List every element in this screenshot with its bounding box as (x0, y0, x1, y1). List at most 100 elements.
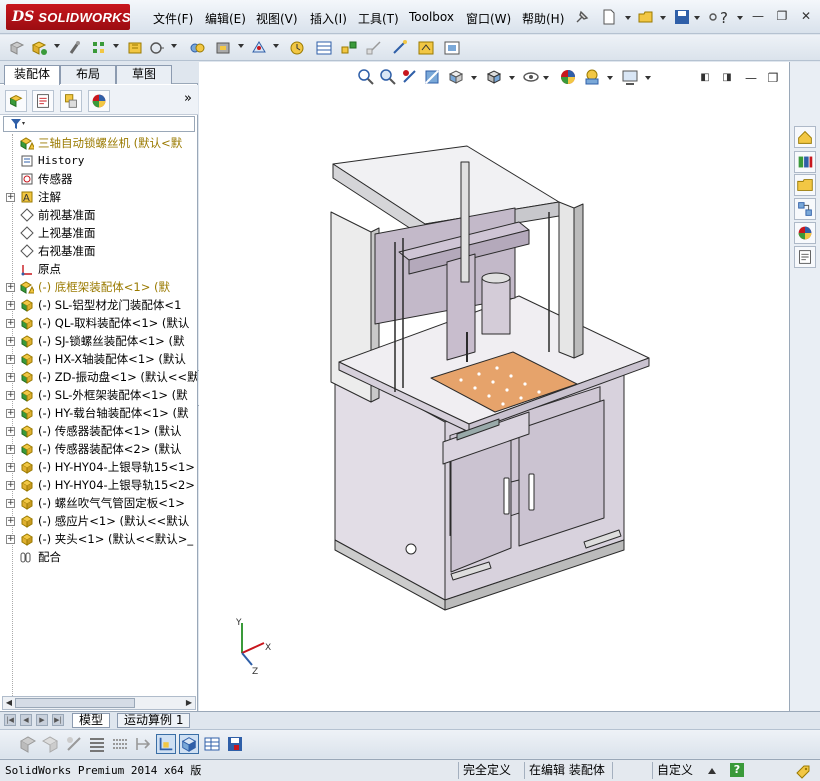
tab-sketch[interactable]: 草图 (116, 65, 172, 84)
scroll-left-arrow-icon[interactable]: ◀ (3, 697, 15, 709)
hide-show-items-icon[interactable] (522, 68, 540, 86)
show-hidden-components-icon[interactable] (188, 39, 206, 57)
tree-expand-icon[interactable]: + (6, 355, 15, 364)
tree-item[interactable]: + (-) 螺丝吹气气管固定板<1> (0, 494, 198, 512)
custom-properties-icon[interactable] (794, 246, 816, 268)
tree-expand-icon[interactable]: + (6, 373, 15, 382)
tree-item[interactable]: 配合 (0, 548, 198, 566)
document-restore-icon[interactable]: ❐ (765, 70, 781, 86)
instant3d-icon[interactable] (391, 39, 409, 57)
design-library-icon[interactable] (794, 151, 816, 173)
shaded-display-icon[interactable] (179, 734, 199, 754)
zoom-to-fit-icon[interactable] (357, 68, 375, 86)
open-dropdown-arrow[interactable] (660, 16, 666, 20)
assembly-features-dropdown[interactable] (238, 44, 244, 48)
pattern-dropdown[interactable] (113, 44, 119, 48)
feature-manager-tree-icon[interactable] (5, 90, 27, 112)
tree-item[interactable]: 前视基准面 (0, 206, 198, 224)
section-view-icon[interactable] (423, 68, 441, 86)
menu-insert[interactable]: 插入(I) (310, 10, 347, 27)
tree-item[interactable]: 右视基准面 (0, 242, 198, 260)
view-settings-dropdown[interactable] (645, 76, 651, 80)
insert-component-dropdown[interactable] (54, 44, 60, 48)
new-dropdown-arrow[interactable] (625, 16, 631, 20)
tree-item[interactable]: + (-) HY-HY04-上银导轨15<2> (0, 476, 198, 494)
tree-item[interactable]: + (-) HY-HY04-上银导轨15<1> (0, 458, 198, 476)
shaded-cube-icon[interactable] (40, 734, 60, 754)
tree-item[interactable]: + (-) 底框架装配体<1> (默 (0, 278, 198, 296)
view-palette-icon[interactable] (794, 198, 816, 220)
apply-scene-dropdown[interactable] (607, 76, 613, 80)
cube-view-icon[interactable] (18, 734, 38, 754)
tree-item[interactable]: + (-) 传感器装配体<2> (默认 (0, 440, 198, 458)
list-lines-icon[interactable] (87, 734, 107, 754)
tree-expand-icon[interactable]: + (6, 535, 15, 544)
tree-item[interactable]: 上视基准面 (0, 224, 198, 242)
explode-line-sketch-icon[interactable] (365, 39, 383, 57)
bill-of-materials-icon[interactable] (315, 39, 333, 57)
appearances-scenes-icon[interactable] (794, 222, 816, 244)
pin-icon[interactable] (573, 8, 591, 26)
restore-icon[interactable]: ❐ (774, 8, 790, 24)
edit-appearance-icon[interactable] (559, 68, 577, 86)
tree-expand-icon[interactable]: + (6, 409, 15, 418)
tab-nav-last-icon[interactable]: ▶| (52, 714, 64, 726)
view-settings-icon[interactable] (621, 68, 639, 86)
menu-window[interactable]: 窗口(W) (466, 10, 511, 27)
tree-expand-icon[interactable]: + (6, 337, 15, 346)
display-style-icon[interactable] (485, 68, 503, 86)
solidworks-logo[interactable]: DS SOLIDWORKS (6, 4, 131, 30)
tree-item[interactable]: 传感器 (0, 170, 198, 188)
solidworks-resources-icon[interactable] (794, 126, 816, 148)
help-question-icon[interactable]: ? (716, 8, 734, 26)
smart-fasteners-icon[interactable] (126, 39, 144, 57)
display-style-dropdown[interactable] (509, 76, 515, 80)
assembly-features-icon[interactable] (214, 39, 232, 57)
tree-item[interactable]: + (-) SL-铝型材龙门装配体<1 (0, 296, 198, 314)
linear-pattern-icon[interactable] (90, 39, 108, 57)
tree-item[interactable]: 三轴自动锁螺丝机 (默认<默 (0, 134, 198, 152)
tab-motion-study-1[interactable]: 运动算例 1 (117, 713, 191, 728)
mate-icon[interactable] (66, 39, 84, 57)
save-image-icon[interactable] (225, 734, 245, 754)
tree-item[interactable]: History (0, 152, 198, 170)
sketch-grid-icon[interactable] (156, 734, 176, 754)
help-dropdown-arrow[interactable] (737, 16, 743, 20)
minimize-icon[interactable]: — (750, 8, 766, 24)
tree-item[interactable]: + (-) ZD-振动盘<1> (默认<<默 (0, 368, 198, 386)
tab-model[interactable]: 模型 (72, 713, 111, 728)
tree-expand-icon[interactable]: + (6, 499, 15, 508)
save-icon[interactable] (673, 8, 691, 26)
viewport-tile-left-icon[interactable]: ◧ (697, 70, 713, 86)
configuration-manager-icon[interactable] (60, 90, 82, 112)
scroll-right-arrow-icon[interactable]: ▶ (183, 697, 195, 709)
save-dropdown-arrow[interactable] (694, 16, 700, 20)
scroll-thumb[interactable] (15, 698, 135, 708)
tree-item[interactable]: + (-) SJ-锁螺丝装配体<1> (默 (0, 332, 198, 350)
apply-scene-icon[interactable] (583, 68, 601, 86)
hide-show-dropdown[interactable] (543, 76, 549, 80)
menu-edit[interactable]: 编辑(E) (205, 10, 246, 27)
menu-toolbox[interactable]: Toolbox (409, 10, 454, 24)
menu-view[interactable]: 视图(V) (256, 10, 298, 27)
dotted-lines-icon[interactable] (110, 734, 130, 754)
more-tabs-chevron-icon[interactable]: » (184, 91, 192, 106)
tree-item[interactable]: + (-) 传感器装配体<1> (默认 (0, 422, 198, 440)
take-snapshot-icon[interactable] (443, 39, 461, 57)
tree-expand-icon[interactable]: + (6, 517, 15, 526)
tree-expand-icon[interactable]: + (6, 301, 15, 310)
reference-geometry-dropdown[interactable] (273, 44, 279, 48)
open-folder-icon[interactable] (637, 8, 655, 26)
tree-expand-icon[interactable]: + (6, 391, 15, 400)
menu-help[interactable]: 帮助(H) (522, 10, 564, 27)
update-speedpak-icon[interactable] (417, 39, 435, 57)
menu-tools[interactable]: 工具(T) (358, 10, 399, 27)
move-component-dropdown[interactable] (171, 44, 177, 48)
tree-expand-icon[interactable]: + (6, 481, 15, 490)
tree-item[interactable]: + (-) HY-载台轴装配体<1> (默 (0, 404, 198, 422)
viewport-tile-right-icon[interactable]: ◨ (719, 70, 735, 86)
tree-expand-icon[interactable]: + (6, 283, 15, 292)
quick-tips-help-badge[interactable]: ? (730, 763, 744, 777)
tree-expand-icon[interactable]: + (6, 463, 15, 472)
tree-horizontal-scrollbar[interactable]: ◀ ▶ (2, 696, 196, 710)
